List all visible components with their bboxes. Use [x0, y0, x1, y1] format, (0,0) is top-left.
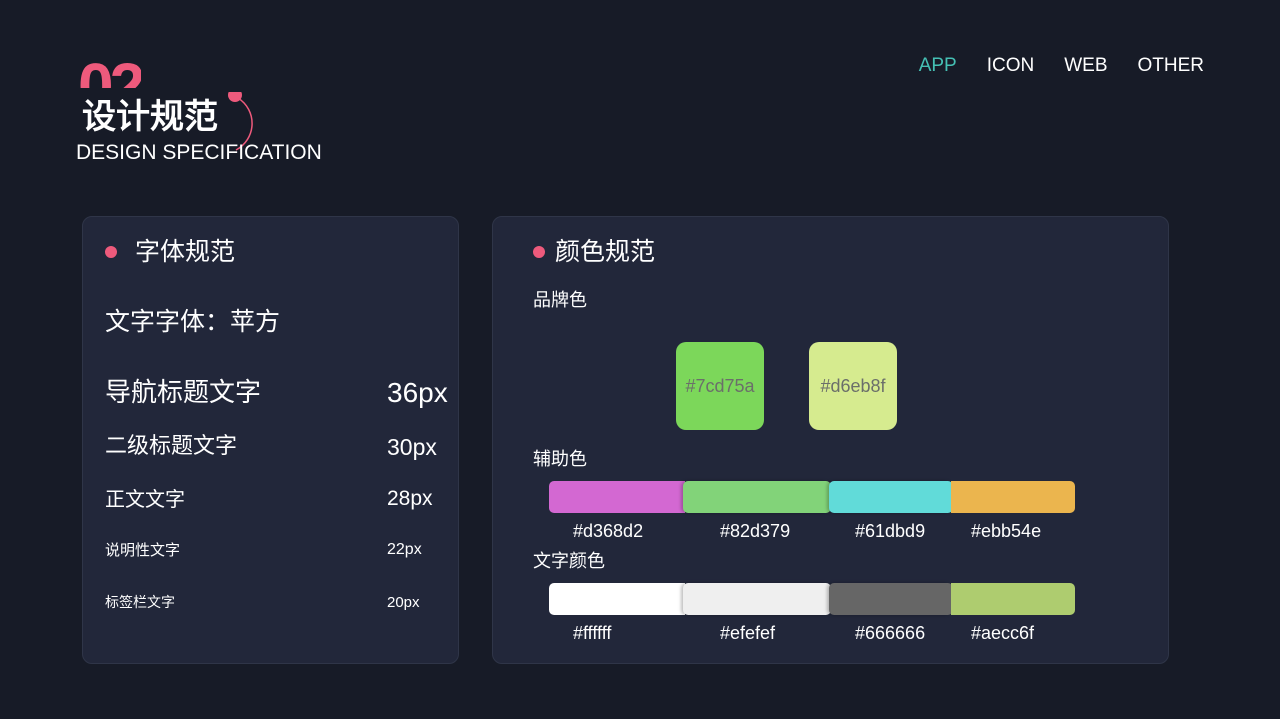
color-segment [549, 583, 685, 615]
color-hex-label: #82d379 [720, 521, 791, 541]
font-panel-header: 字体规范 [105, 237, 235, 267]
nav-item-app[interactable]: APP [919, 55, 957, 77]
text-color-label: 文字颜色 [533, 551, 605, 572]
nav-item-icon[interactable]: ICON [987, 55, 1035, 77]
color-panel-header: 颜色规范 [533, 237, 655, 267]
color-segment [951, 481, 1075, 513]
font-row-size: 22px [387, 541, 422, 558]
bullet-dot-icon [105, 246, 117, 258]
color-hex-label: #61dbd9 [855, 521, 926, 541]
font-row-size: 20px [387, 594, 420, 611]
color-hex-label: #aecc6f [971, 623, 1035, 643]
font-row-size: 28px [387, 487, 433, 510]
font-row-name: 标签栏文字 [105, 595, 175, 611]
color-segment [683, 583, 831, 615]
font-spec-panel: 字体规范 文字字体：苹方 导航标题文字 36px 二级标题文字 30px 正文文… [82, 216, 459, 664]
secondary-color-bar [549, 481, 1075, 513]
page-title: 设计规范 [82, 97, 218, 137]
text-color-bar [549, 583, 1075, 615]
font-row-size: 36px [387, 377, 448, 408]
color-hex-label: #ffffff [573, 623, 612, 643]
color-hex-label: #efefef [720, 623, 776, 643]
brand-color-label: 品牌色 [533, 290, 587, 311]
section-logo: 02 设计规范 DESIGN SPECIFICATION [76, 54, 338, 172]
nav-item-other[interactable]: OTHER [1138, 55, 1205, 77]
font-row-name: 二级标题文字 [105, 434, 238, 459]
color-segment [829, 583, 953, 615]
font-row-name: 说明性文字 [105, 541, 181, 559]
color-panel-title: 颜色规范 [555, 237, 656, 266]
color-segment [951, 583, 1075, 615]
brand-swatch: #d6eb8f [809, 342, 897, 430]
color-hex-label: #ebb54e [971, 521, 1042, 541]
section-number: 02 [78, 54, 141, 88]
bullet-dot-icon [533, 246, 545, 258]
font-family-text: 文字字体：苹方 [105, 307, 281, 336]
color-segment [683, 481, 831, 513]
font-row-size: 30px [387, 434, 437, 460]
color-spec-panel: 颜色规范 品牌色 #7cd75a #d6eb8f 辅助色 #d368d2 #82… [492, 216, 1169, 664]
font-panel-title: 字体规范 [135, 237, 236, 266]
color-hex-label: #d368d2 [573, 521, 644, 541]
brand-swatch: #7cd75a [676, 342, 764, 430]
top-nav: APP ICON WEB OTHER [919, 55, 1204, 77]
color-segment [549, 481, 685, 513]
font-row-name: 导航标题文字 [105, 378, 262, 408]
nav-item-web[interactable]: WEB [1064, 55, 1107, 77]
font-row-name: 正文文字 [105, 487, 185, 511]
color-segment [829, 481, 953, 513]
secondary-color-label: 辅助色 [533, 449, 587, 470]
color-hex-label: #666666 [855, 623, 926, 643]
page-subtitle: DESIGN SPECIFICATION [76, 141, 322, 164]
